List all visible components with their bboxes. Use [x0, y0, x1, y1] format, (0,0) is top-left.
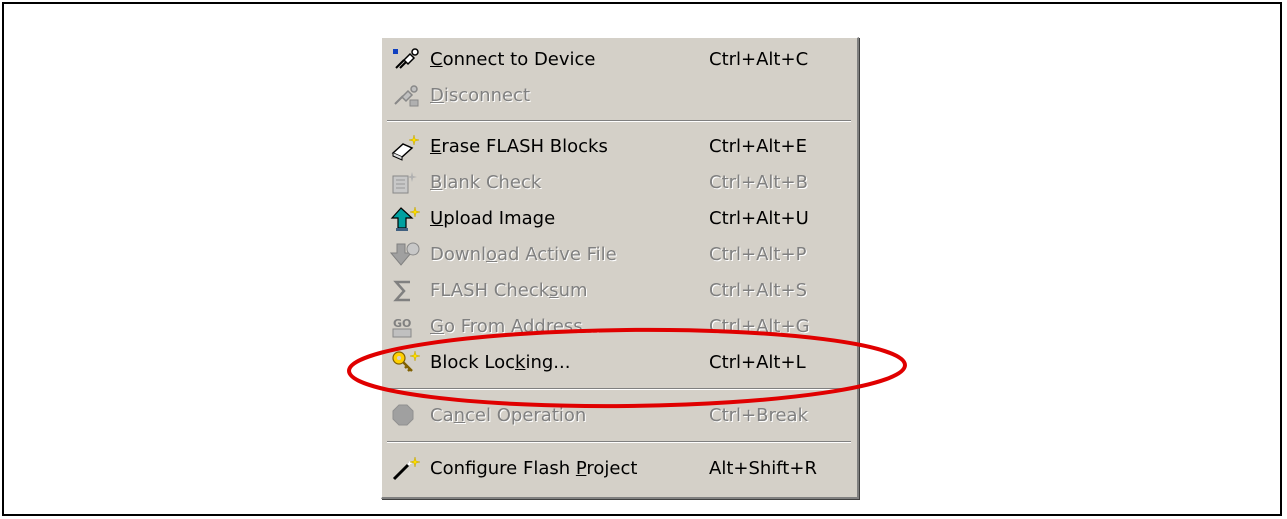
- menu-item-label: Configure Flash Project: [430, 458, 638, 479]
- download-arrow-icon: [390, 241, 422, 269]
- svg-text:GO: GO: [393, 317, 411, 330]
- menu-item-blank-check[interactable]: Blank Check Ctrl+Alt+B: [382, 165, 856, 201]
- blank-check-icon: [390, 169, 422, 197]
- menu-item-label: Upload Image: [430, 208, 556, 229]
- menu-item-label: Blank Check: [430, 172, 542, 193]
- menu-item-connect-to-device[interactable]: Connect to Device Ctrl+Alt+C: [382, 42, 856, 78]
- menu-item-label: Cancel Operation: [430, 405, 587, 426]
- flash-context-menu: Connect to Device Ctrl+Alt+C Disconnect …: [381, 37, 859, 499]
- plug-disconnect-icon: [390, 82, 422, 110]
- menu-item-disconnect[interactable]: Disconnect: [382, 78, 856, 114]
- eraser-icon: [390, 133, 422, 161]
- menu-separator: [387, 441, 851, 443]
- menu-item-label: Block Locking...: [430, 352, 571, 373]
- menu-item-shortcut: Ctrl+Alt+G: [709, 316, 810, 337]
- menu-item-shortcut: Ctrl+Alt+S: [709, 280, 807, 301]
- menu-separator: [387, 388, 851, 390]
- menu-item-label: Go From Address...: [430, 316, 600, 337]
- menu-item-shortcut: Alt+Shift+R: [709, 458, 817, 479]
- sigma-icon: [390, 277, 422, 305]
- menu-item-shortcut: Ctrl+Break: [709, 405, 808, 426]
- menu-item-label: Connect to Device: [430, 49, 596, 70]
- menu-item-shortcut: Ctrl+Alt+C: [709, 49, 809, 70]
- menu-item-shortcut: Ctrl+Alt+L: [709, 352, 806, 373]
- menu-item-shortcut: Ctrl+Alt+B: [709, 172, 808, 193]
- menu-item-shortcut: Ctrl+Alt+P: [709, 244, 807, 265]
- menu-item-block-locking[interactable]: Block Locking... Ctrl+Alt+L: [382, 345, 856, 381]
- stop-octagon-icon: [390, 402, 422, 430]
- menu-item-shortcut: Ctrl+Alt+E: [709, 136, 807, 157]
- menu-item-configure-flash-project[interactable]: Configure Flash Project Alt+Shift+R: [382, 451, 856, 487]
- menu-separator: [387, 120, 851, 122]
- menu-item-label: Download Active File: [430, 244, 617, 265]
- upload-arrow-icon: [390, 205, 422, 233]
- menu-item-shortcut: Ctrl+Alt+U: [709, 208, 809, 229]
- menu-item-upload-image[interactable]: Upload Image Ctrl+Alt+U: [382, 201, 856, 237]
- menu-item-download-active-file[interactable]: Download Active File Ctrl+Alt+P: [382, 237, 856, 273]
- menu-item-erase-flash-blocks[interactable]: Erase FLASH Blocks Ctrl+Alt+E: [382, 129, 856, 165]
- go-icon: GO: [390, 313, 422, 341]
- menu-item-flash-checksum[interactable]: FLASH Checksum Ctrl+Alt+S: [382, 273, 856, 309]
- plug-connect-icon: [390, 46, 422, 74]
- menu-item-label: Erase FLASH Blocks: [430, 136, 608, 157]
- magic-wand-icon: [390, 455, 422, 483]
- menu-item-label: Disconnect: [430, 85, 531, 106]
- menu-item-go-from-address[interactable]: GO Go From Address... Ctrl+Alt+G: [382, 309, 856, 345]
- menu-item-cancel-operation[interactable]: Cancel Operation Ctrl+Break: [382, 398, 856, 434]
- menu-item-label: FLASH Checksum: [430, 280, 588, 301]
- key-lock-icon: [390, 349, 422, 377]
